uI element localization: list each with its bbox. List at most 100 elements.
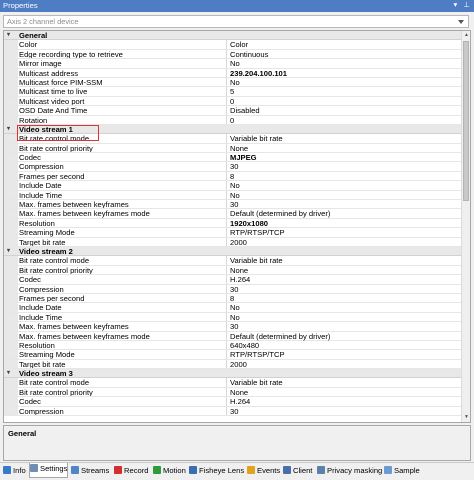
property-value[interactable]: No — [230, 59, 240, 68]
property-value[interactable]: 0 — [230, 97, 234, 106]
chevron-down-icon[interactable] — [458, 20, 464, 24]
property-row[interactable]: Rotation 0 — [4, 115, 462, 125]
tab-privacy-masking[interactable]: Privacy masking — [317, 465, 382, 478]
property-row[interactable]: Multicast video port 0 — [4, 96, 462, 107]
property-row[interactable]: Bit rate control priority None — [4, 265, 462, 276]
scrollbar[interactable]: ▲ ▼ — [461, 31, 470, 422]
property-value[interactable]: Disabled — [230, 106, 260, 115]
property-value[interactable]: None — [230, 388, 248, 397]
property-row[interactable]: Bit rate control priority None — [4, 387, 462, 398]
property-row[interactable]: Target bit rate 2000 — [4, 237, 462, 247]
property-value[interactable]: 30 — [230, 322, 238, 331]
property-row[interactable]: Bit rate control mode Variable bit rate — [4, 256, 462, 266]
property-value[interactable]: 30 — [230, 285, 238, 294]
property-value[interactable]: Continuous — [230, 50, 268, 59]
property-value[interactable]: RTP/RTSP/TCP — [230, 350, 285, 359]
scroll-down-icon[interactable]: ▼ — [462, 413, 470, 422]
property-row[interactable]: Resolution 640x480 — [4, 340, 462, 351]
property-row[interactable]: Mirror image No — [4, 59, 462, 69]
property-row[interactable]: Streaming Mode RTP/RTSP/TCP — [4, 350, 462, 360]
collapse-icon[interactable]: ▾ — [7, 369, 10, 378]
property-row[interactable]: Bit rate control priority None — [4, 143, 462, 154]
tab-label: Privacy masking — [327, 466, 383, 475]
property-value[interactable]: 2000 — [230, 360, 247, 369]
property-row[interactable]: Multicast time to live 5 — [4, 87, 462, 97]
record-icon — [114, 466, 122, 474]
property-value[interactable]: 30 — [230, 162, 238, 171]
tab-streams[interactable]: Streams — [71, 465, 109, 478]
property-value[interactable]: Variable bit rate — [230, 378, 283, 387]
scrollbar-thumb[interactable] — [463, 41, 469, 201]
property-row[interactable]: Compression 30 — [4, 162, 462, 172]
category-header[interactable]: ▾ General — [4, 31, 462, 41]
property-value[interactable]: None — [230, 266, 248, 275]
property-row[interactable]: Color Color — [4, 40, 462, 50]
property-value[interactable]: 8 — [230, 294, 234, 303]
category-header[interactable]: ▾ Video stream 3 — [4, 369, 462, 379]
property-value[interactable]: 640x480 — [230, 341, 259, 350]
property-value[interactable]: No — [230, 191, 240, 200]
tab-motion[interactable]: Motion — [153, 465, 186, 478]
property-value[interactable]: 8 — [230, 172, 234, 181]
property-value[interactable]: MJPEG — [230, 153, 257, 162]
property-value[interactable]: 239.204.100.101 — [230, 69, 287, 78]
collapse-icon[interactable]: ▾ — [7, 125, 10, 134]
property-row[interactable]: Codec MJPEG — [4, 153, 462, 163]
property-value[interactable]: Variable bit rate — [230, 256, 283, 265]
collapse-icon[interactable]: ▾ — [7, 31, 10, 40]
property-row[interactable]: Max. frames between keyframes mode Defaul… — [4, 331, 462, 341]
property-row[interactable]: Codec H.264 — [4, 275, 462, 285]
property-row[interactable]: Max. frames between keyframes 30 — [4, 322, 462, 332]
property-value[interactable]: 2000 — [230, 238, 247, 247]
property-value[interactable]: Color — [230, 40, 248, 49]
property-value[interactable]: Default (determined by driver) — [230, 332, 330, 341]
tab-events[interactable]: Events — [247, 465, 280, 478]
property-row[interactable]: Edge recording type to retrieve Continuou… — [4, 49, 462, 60]
property-value[interactable]: No — [230, 181, 240, 190]
property-value[interactable]: No — [230, 78, 240, 87]
property-row[interactable]: Streaming Mode RTP/RTSP/TCP — [4, 228, 462, 238]
scroll-up-icon[interactable]: ▲ — [462, 31, 470, 40]
dropdown-icon[interactable]: ▾ — [453, 0, 457, 9]
tab-record[interactable]: Record — [114, 465, 148, 478]
tab-sample[interactable]: Sample — [384, 465, 420, 478]
property-row[interactable]: Frames per second 8 — [4, 171, 462, 182]
property-row[interactable]: Include Time No — [4, 190, 462, 201]
property-row[interactable]: Compression 30 — [4, 406, 462, 417]
property-row[interactable]: Bit rate control mode Variable bit rate — [4, 378, 462, 388]
property-value[interactable]: No — [230, 303, 240, 312]
property-row[interactable]: OSD Date And Time Disabled — [4, 106, 462, 116]
property-value[interactable]: H.264 — [230, 397, 250, 406]
category-header[interactable]: ▾ Video stream 2 — [4, 246, 462, 257]
tab-info[interactable]: Info — [3, 465, 26, 478]
property-row[interactable]: Frames per second 8 — [4, 293, 462, 304]
property-row[interactable]: Include Date No — [4, 303, 462, 313]
property-row[interactable]: Target bit rate 2000 — [4, 359, 462, 370]
property-row[interactable]: Include Time No — [4, 312, 462, 323]
property-value[interactable]: 0 — [230, 116, 234, 125]
tab-fisheye-lens[interactable]: Fisheye Lens — [189, 465, 244, 478]
property-row[interactable]: Multicast address 239.204.100.101 — [4, 68, 462, 78]
property-value[interactable]: No — [230, 313, 240, 322]
property-row[interactable]: Codec H.264 — [4, 397, 462, 407]
property-value[interactable]: RTP/RTSP/TCP — [230, 228, 285, 237]
property-row[interactable]: Max. frames between keyframes mode Defaul… — [4, 209, 462, 219]
property-row[interactable]: Multicast force PIM-SSM No — [4, 77, 462, 88]
property-value[interactable]: H.264 — [230, 275, 250, 284]
property-value[interactable]: None — [230, 144, 248, 153]
device-select[interactable]: Axis 2 channel device — [3, 15, 469, 28]
property-value[interactable]: Default (determined by driver) — [230, 209, 330, 218]
tab-settings[interactable]: Settings — [29, 463, 69, 478]
tab-client[interactable]: Client — [283, 465, 312, 478]
property-value[interactable]: 30 — [230, 407, 238, 416]
property-row[interactable]: Compression 30 — [4, 284, 462, 294]
property-row[interactable]: Resolution 1920x1080 — [4, 218, 462, 229]
property-row[interactable]: Max. frames between keyframes 30 — [4, 200, 462, 210]
property-row[interactable]: Include Date No — [4, 181, 462, 191]
collapse-icon[interactable]: ▾ — [7, 247, 10, 256]
property-value[interactable]: 5 — [230, 87, 234, 96]
property-value[interactable]: 1920x1080 — [230, 219, 268, 228]
pin-icon[interactable]: ⊥ — [463, 0, 470, 9]
property-value[interactable]: 30 — [230, 200, 238, 209]
property-value[interactable]: Variable bit rate — [230, 134, 283, 143]
